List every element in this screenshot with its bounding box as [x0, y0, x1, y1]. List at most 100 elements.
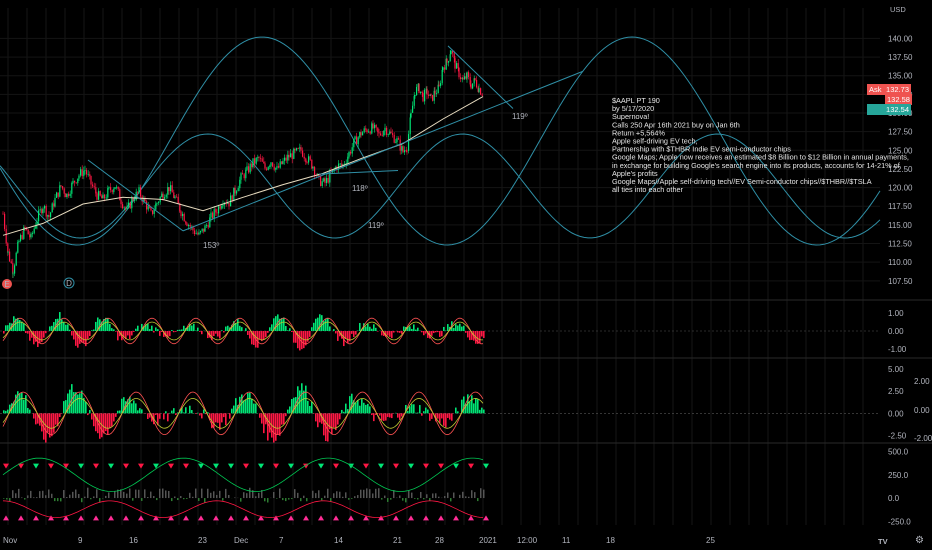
osc-bar — [3, 331, 5, 334]
candle-body — [164, 197, 166, 199]
candle-body — [296, 148, 298, 151]
osc-bar — [25, 395, 27, 414]
ask-value: 132.73 — [886, 85, 909, 94]
osc-bar — [345, 403, 347, 414]
candle-body — [372, 123, 374, 129]
candle-body — [222, 204, 224, 206]
price-tick: 115.00 — [888, 221, 912, 230]
candle-body — [78, 175, 80, 179]
osc3-bar — [342, 496, 344, 499]
osc-bar — [91, 413, 93, 420]
osc-bar — [69, 329, 71, 331]
osc-bar — [269, 327, 271, 331]
osc3-bar — [87, 487, 89, 499]
candle-body — [279, 161, 281, 168]
candle-body — [138, 187, 140, 193]
osc-bar — [199, 413, 201, 416]
osc3-bar — [126, 493, 128, 499]
candle-body — [453, 53, 455, 59]
osc3-bar — [303, 495, 305, 499]
candle-body — [474, 78, 476, 81]
osc-bar — [423, 331, 425, 336]
candle-body — [183, 213, 185, 222]
candle-body — [5, 229, 7, 244]
candle-body — [207, 225, 209, 228]
osc-bar — [285, 413, 287, 417]
osc3-bar — [255, 496, 257, 499]
osc3-bar — [159, 488, 161, 499]
osc3-bar — [366, 488, 368, 499]
candle-body — [311, 159, 313, 169]
candle-body — [236, 191, 238, 194]
osc-bar — [47, 413, 49, 433]
osc-bar — [221, 413, 223, 423]
chart-background — [0, 0, 932, 550]
candle-body — [421, 91, 423, 93]
osc3-bar — [171, 498, 173, 502]
osc-bar — [371, 413, 373, 416]
osc3-bar — [192, 496, 194, 499]
osc-bar — [65, 324, 67, 331]
candle-body — [89, 174, 91, 176]
osc-bar — [111, 328, 113, 331]
price-tick: 110.00 — [888, 258, 912, 267]
candle-body — [116, 186, 118, 188]
osc3-bar — [378, 488, 380, 499]
osc2-tick: 0.00 — [888, 409, 904, 418]
osc3-bar — [360, 489, 362, 499]
osc3-bar — [165, 490, 167, 499]
price-tick: 137.50 — [888, 53, 913, 62]
candle-body — [401, 146, 403, 151]
osc3-bar — [411, 492, 413, 499]
candle-body — [111, 190, 113, 193]
osc3-bar — [333, 493, 335, 499]
candle-body — [171, 185, 173, 193]
osc-bar — [435, 331, 437, 333]
candle-body — [424, 89, 426, 102]
osc-bar — [467, 331, 469, 338]
candle-body — [150, 208, 152, 211]
candle-body — [276, 166, 278, 168]
osc-bar — [87, 331, 89, 339]
candle-body — [326, 177, 328, 184]
osc-bar — [307, 400, 309, 414]
osc-bar — [197, 327, 199, 331]
osc-bar — [273, 413, 275, 443]
candle-body — [291, 153, 293, 159]
osc-bar — [215, 331, 217, 334]
osc-bar — [447, 413, 449, 418]
osc-bar — [401, 413, 403, 417]
candle-body — [371, 123, 373, 134]
osc-bar — [177, 329, 179, 331]
candle-body — [252, 158, 254, 168]
osc-bar — [455, 407, 457, 414]
osc-bar — [479, 409, 481, 414]
candle-body — [120, 200, 122, 205]
osc3-bar — [186, 498, 188, 499]
candle-body — [290, 153, 292, 158]
osc-bar — [415, 329, 417, 331]
osc3-bar — [150, 491, 152, 499]
gear-icon[interactable]: ⚙ — [915, 535, 924, 546]
candle-body — [218, 206, 220, 214]
candle-body — [329, 171, 331, 183]
candle-body — [177, 196, 179, 204]
osc-bar — [85, 401, 87, 414]
candle-body — [243, 174, 245, 179]
osc-bar — [327, 413, 329, 442]
chart-canvas[interactable]: 140.00137.50135.00132.50130.00127.50125.… — [0, 0, 932, 550]
osc-bar — [265, 331, 267, 338]
osc-bar — [149, 329, 151, 331]
price-tick: 140.00 — [888, 34, 913, 43]
candle-body — [254, 158, 256, 164]
osc-bar — [217, 331, 219, 337]
candle-body — [476, 80, 478, 88]
osc-bar — [305, 385, 307, 414]
candle-body — [54, 197, 56, 207]
osc3-bar — [66, 497, 68, 499]
osc-bar — [89, 410, 91, 414]
candle-body — [44, 206, 46, 209]
osc3-bar — [243, 492, 245, 499]
logo[interactable]: TV — [876, 536, 890, 547]
osc3-bar — [432, 493, 434, 499]
